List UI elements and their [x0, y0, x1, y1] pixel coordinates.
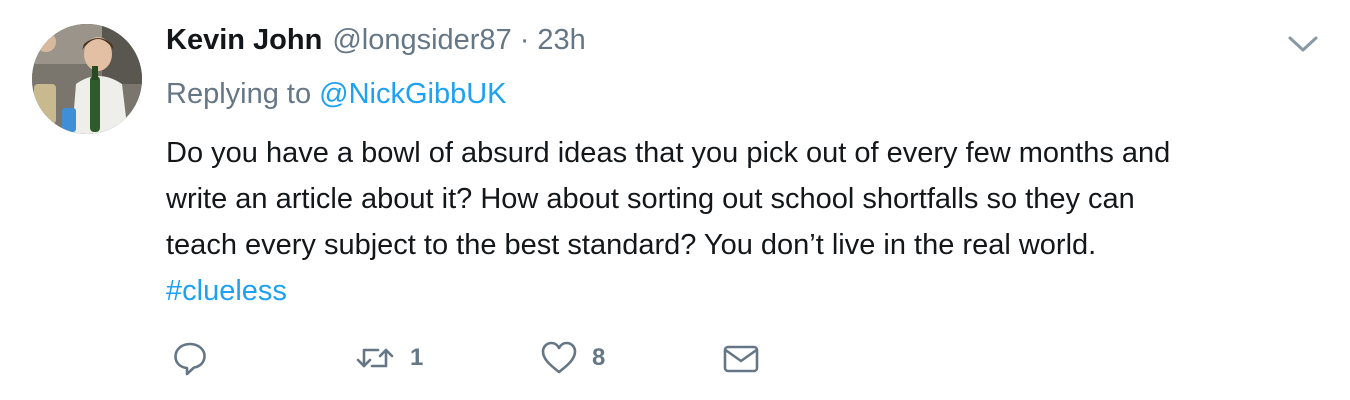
- chevron-down-icon[interactable]: [1286, 30, 1320, 58]
- tweet: Kevin John @longsider87 · 23h Replying t…: [0, 0, 1350, 400]
- tweet-text-line: Do you have a bowl of absurd ideas that …: [166, 137, 1171, 169]
- avatar-photo: [32, 24, 142, 134]
- reply-button[interactable]: [172, 336, 208, 380]
- reply-context: Replying to @NickGibbUK: [166, 78, 507, 111]
- envelope-icon: [723, 345, 759, 373]
- tweet-header: Kevin John @longsider87 · 23h: [166, 24, 586, 60]
- tweet-text-line: teach every subject to the best standard…: [166, 229, 1097, 261]
- tweet-timestamp[interactable]: 23h: [537, 24, 585, 57]
- retweet-icon: [356, 348, 394, 368]
- direct-message-button[interactable]: [722, 336, 760, 380]
- like-count: 8: [592, 344, 606, 371]
- reply-icon: [174, 342, 206, 376]
- avatar[interactable]: [32, 24, 142, 134]
- author-handle[interactable]: @longsider87: [332, 24, 511, 57]
- author-name[interactable]: Kevin John: [166, 24, 322, 57]
- retweet-button[interactable]: 1: [354, 336, 423, 380]
- reply-mention-link[interactable]: @NickGibbUK: [319, 78, 506, 110]
- separator-dot: ·: [519, 24, 530, 56]
- reply-prefix: Replying to: [166, 78, 312, 110]
- tweet-text-line: write an article about it? How about sor…: [166, 183, 1135, 215]
- retweet-count: 1: [410, 344, 424, 371]
- tweet-text: Do you have a bowl of absurd ideas that …: [166, 130, 1316, 314]
- heart-icon: [541, 341, 577, 374]
- hashtag-link[interactable]: #clueless: [166, 268, 1316, 314]
- like-button[interactable]: 8: [540, 336, 605, 380]
